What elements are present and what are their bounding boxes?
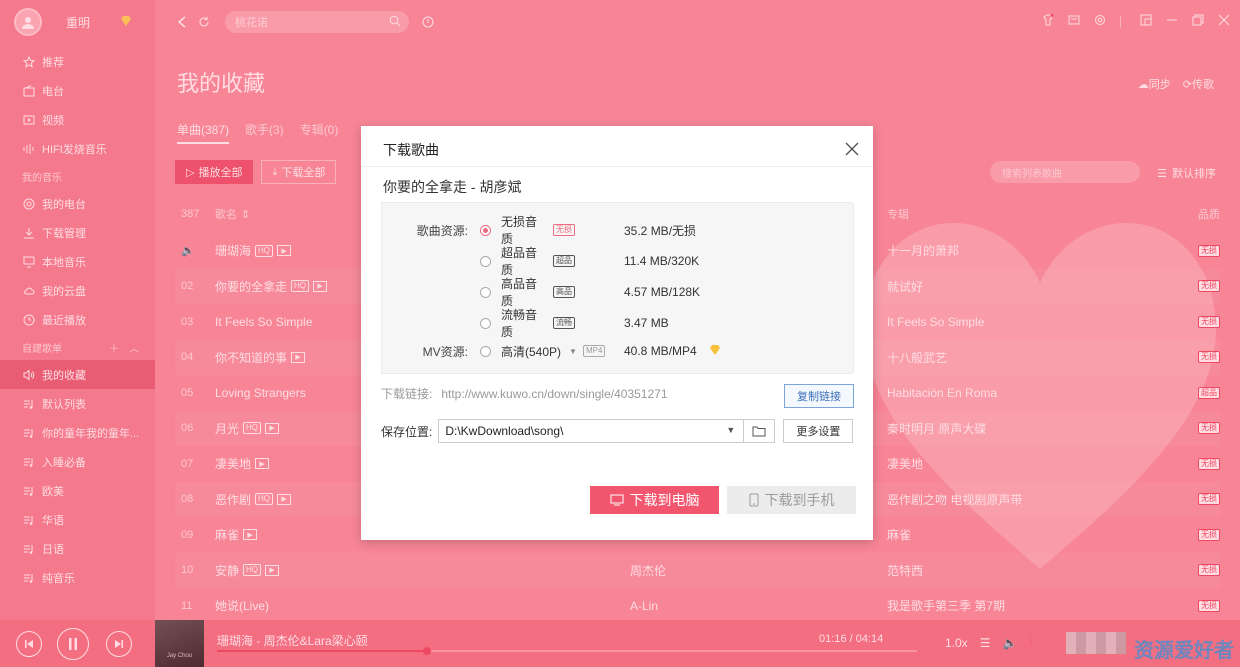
resource-panel: 歌曲资源: 无损音质 无损 35.2 MB/无损 超品音质 超品 11.4 MB…: [381, 202, 854, 374]
quality-badge: 高品: [553, 286, 575, 298]
mv-format-badge: MP4: [582, 345, 606, 357]
quality-size: 35.2 MB/无损: [624, 223, 697, 238]
mv-option[interactable]: MV资源: 高清(540P) ▼ MP4 40.8 MB/MP4: [382, 341, 853, 361]
radio-high[interactable]: [480, 286, 491, 298]
download-to-pc-button[interactable]: 下载到电脑: [590, 486, 719, 514]
quality-name: 无损音质: [501, 215, 538, 246]
folder-icon: [752, 426, 766, 437]
source-option-high[interactable]: 高品音质 高品 4.57 MB/128K: [382, 277, 853, 308]
save-label: 保存位置:: [381, 424, 433, 439]
download-dialog: 下载歌曲 你要的全拿走 - 胡彦斌 歌曲资源: 无损音质 无损 35.2 MB/…: [361, 126, 873, 540]
radio-smooth[interactable]: [480, 317, 491, 329]
quality-badge: 超品: [553, 255, 575, 267]
quality-size: 11.4 MB/320K: [624, 254, 700, 268]
mv-quality-name[interactable]: 高清(540P): [501, 343, 561, 360]
copy-link-button[interactable]: 复制链接: [784, 384, 854, 408]
dialog-divider: [361, 166, 873, 167]
link-label: 下载链接:: [381, 387, 433, 401]
quality-name: 高品音质: [501, 277, 538, 308]
download-link[interactable]: http://www.kuwo.cn/down/single/40351271: [441, 387, 667, 401]
mv-size: 40.8 MB/MP4: [624, 344, 697, 358]
phone-icon: [749, 493, 758, 507]
quality-size: 3.47 MB: [624, 316, 669, 330]
save-path-value: D:\KwDownload\song\: [445, 424, 564, 438]
quality-size: 4.57 MB/128K: [624, 285, 701, 299]
quality-name: 流畅音质: [501, 308, 538, 339]
quality-badge: 流畅: [553, 317, 575, 329]
close-dialog-button[interactable]: [845, 142, 859, 156]
vip-diamond-icon: [709, 344, 721, 358]
dialog-title: 下载歌曲: [383, 142, 439, 158]
source-option-lossless[interactable]: 歌曲资源: 无损音质 无损 35.2 MB/无损: [382, 215, 853, 246]
radio-super[interactable]: [480, 255, 491, 267]
dropdown-arrow-icon[interactable]: ▼: [569, 347, 577, 356]
dialog-song-title: 你要的全拿走 - 胡彦斌: [383, 179, 522, 195]
save-location-row: 保存位置: D:\KwDownload\song\ ▼ 更多设置: [381, 419, 854, 443]
source-label: 歌曲资源:: [416, 223, 468, 238]
download-to-phone-label: 下载到手机: [764, 492, 835, 508]
download-to-pc-label: 下载到电脑: [629, 492, 700, 508]
dropdown-arrow-icon[interactable]: ▼: [726, 425, 735, 435]
monitor-icon: [610, 494, 623, 506]
quality-badge: 无损: [553, 224, 575, 236]
source-option-super[interactable]: 超品音质 超品 11.4 MB/320K: [382, 246, 853, 277]
mv-label: MV资源:: [422, 344, 468, 359]
browse-folder-button[interactable]: [743, 419, 776, 443]
radio-lossless[interactable]: [480, 224, 491, 236]
download-link-row: 下载链接: http://www.kuwo.cn/down/single/403…: [381, 385, 668, 402]
download-to-phone-button[interactable]: 下载到手机: [727, 486, 856, 514]
more-settings-button[interactable]: 更多设置: [783, 419, 854, 443]
save-path-input[interactable]: D:\KwDownload\song\ ▼: [438, 419, 745, 443]
source-option-smooth[interactable]: 流畅音质 流畅 3.47 MB: [382, 308, 853, 339]
close-icon: [845, 142, 859, 156]
quality-name: 超品音质: [501, 246, 538, 277]
radio-mv[interactable]: [480, 345, 491, 357]
